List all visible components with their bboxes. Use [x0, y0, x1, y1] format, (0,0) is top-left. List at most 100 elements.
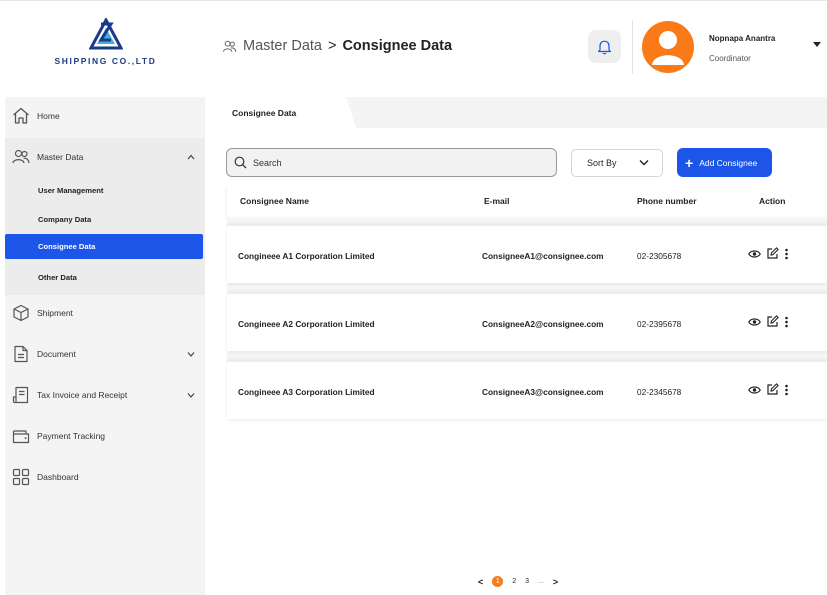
row-actions: [748, 315, 789, 328]
tab-consignee-data[interactable]: Consignee Data: [216, 97, 356, 128]
header-divider: [632, 20, 633, 74]
sidebar-item-label: Payment Tracking: [37, 431, 106, 441]
consignee-name-cell: Congineee A1 Corporation Limited: [238, 251, 375, 261]
view-eye-icon[interactable]: [748, 385, 761, 395]
sidebar-item-tax-invoice[interactable]: Tax Invoice and Receipt: [5, 384, 205, 406]
sidebar-sub-label: Other Data: [38, 273, 77, 282]
chevron-down-icon: [187, 352, 195, 357]
bell-icon: [597, 40, 612, 54]
sidebar-sub-other-data[interactable]: Other Data: [5, 265, 203, 290]
pagination-page[interactable]: 3: [525, 578, 529, 585]
logo-mark-icon: [88, 18, 123, 50]
tab-label: Consignee Data: [232, 107, 297, 118]
consignee-name-cell: Congineee A3 Corporation Limited: [238, 387, 375, 397]
email-cell: ConsigneeA2@consignee.com: [482, 319, 604, 329]
view-eye-icon[interactable]: [748, 317, 761, 327]
row-actions: [748, 383, 789, 396]
column-header-action: Action: [759, 196, 786, 206]
avatar[interactable]: [642, 21, 694, 73]
brand-logo[interactable]: SHIPPING CO.,LTD: [48, 18, 163, 76]
pagination-next[interactable]: >: [553, 577, 558, 587]
table-header: Consignee Name E-mail Phone number Actio…: [227, 185, 827, 217]
user-name: Nopnapa Anantra: [709, 34, 776, 43]
sidebar-sub-consignee-data[interactable]: Consignee Data: [5, 234, 203, 259]
row-actions: [748, 247, 789, 260]
more-options-icon[interactable]: [784, 384, 789, 396]
wallet-icon: [12, 430, 30, 444]
pagination-ellipsis: ...: [538, 578, 544, 585]
sidebar-item-label: Document: [37, 349, 76, 359]
sidebar: Home Master Data User Management Company…: [5, 97, 205, 595]
dashboard-grid-icon: [12, 468, 30, 486]
users-icon: [222, 40, 237, 52]
sidebar-item-label: Tax Invoice and Receipt: [37, 390, 128, 400]
chevron-up-icon: [187, 154, 195, 160]
table-row[interactable]: Congineee A1 Corporation Limited Consign…: [227, 225, 827, 283]
notification-button[interactable]: [588, 30, 621, 63]
consignee-name-cell: Congineee A2 Corporation Limited: [238, 319, 375, 329]
phone-cell: 02-2345678: [637, 387, 682, 397]
pagination-page-current[interactable]: 1: [492, 576, 504, 587]
user-role: Coordinator: [709, 54, 751, 63]
box-icon: [13, 304, 29, 322]
sort-by-label: Sort By: [587, 158, 617, 168]
brand-name: SHIPPING CO.,LTD: [54, 56, 157, 66]
document-icon: [14, 345, 28, 363]
sidebar-sub-label: Consignee Data: [38, 242, 96, 251]
phone-cell: 02-2305678: [637, 251, 682, 261]
more-options-icon[interactable]: [784, 248, 789, 260]
pagination: < 1 2 3 ... >: [478, 576, 558, 587]
email-cell: ConsigneeA1@consignee.com: [482, 251, 604, 261]
add-consignee-label: Add Consignee: [699, 157, 758, 168]
sort-by-select[interactable]: Sort By: [571, 149, 663, 177]
sidebar-item-document[interactable]: Document: [5, 343, 205, 365]
search-icon: [234, 156, 247, 169]
sidebar-item-label: Master Data: [37, 152, 84, 162]
sidebar-item-shipment[interactable]: Shipment: [5, 302, 205, 324]
row-spacer: [227, 283, 827, 293]
search-input[interactable]: [253, 157, 533, 168]
sidebar-sub-company-data[interactable]: Company Data: [5, 207, 203, 232]
app-header: SHIPPING CO.,LTD Master Data > Consignee…: [0, 0, 827, 82]
column-header-email[interactable]: E-mail: [484, 196, 510, 206]
breadcrumb-separator: >: [327, 38, 337, 54]
table-row[interactable]: Congineee A3 Corporation Limited Consign…: [227, 361, 827, 419]
sidebar-item-home[interactable]: Home: [5, 105, 205, 127]
add-consignee-button[interactable]: + Add Consignee: [677, 148, 772, 177]
row-spacer: [227, 217, 827, 225]
email-cell: ConsigneeA3@consignee.com: [482, 387, 604, 397]
receipt-icon: [12, 386, 29, 404]
more-options-icon[interactable]: [784, 316, 789, 328]
phone-cell: 02-2395678: [637, 319, 682, 329]
view-eye-icon[interactable]: [748, 249, 761, 259]
table-row[interactable]: Congineee A2 Corporation Limited Consign…: [227, 293, 827, 351]
sidebar-item-label: Shipment: [37, 308, 73, 318]
edit-icon[interactable]: [766, 383, 779, 396]
column-header-name[interactable]: Consignee Name: [240, 196, 309, 206]
user-avatar-icon: [652, 31, 684, 65]
breadcrumb-current: Consignee Data: [342, 38, 453, 54]
row-spacer: [227, 351, 827, 361]
pagination-prev[interactable]: <: [478, 577, 483, 587]
plus-icon: +: [685, 154, 694, 171]
user-menu-caret-icon[interactable]: [813, 42, 821, 48]
breadcrumb-parent[interactable]: Master Data: [243, 38, 322, 54]
sidebar-item-dashboard[interactable]: Dashboard: [5, 466, 205, 488]
edit-icon[interactable]: [766, 315, 779, 328]
users-icon: [12, 149, 30, 164]
sidebar-item-payment-tracking[interactable]: Payment Tracking: [5, 425, 205, 447]
sidebar-sub-user-management[interactable]: User Management: [5, 178, 203, 203]
chevron-down-icon: [639, 160, 649, 166]
column-header-phone[interactable]: Phone number: [637, 196, 697, 206]
breadcrumb: Master Data > Consignee Data: [222, 38, 452, 54]
sidebar-sub-label: User Management: [38, 186, 104, 195]
edit-icon[interactable]: [766, 247, 779, 260]
search-box[interactable]: [226, 148, 557, 177]
chevron-down-icon: [187, 393, 195, 398]
sidebar-item-label: Dashboard: [37, 472, 79, 482]
home-icon: [13, 107, 29, 124]
top-divider: [0, 0, 827, 1]
sidebar-sub-label: Company Data: [38, 215, 92, 224]
sidebar-item-master-data[interactable]: Master Data: [5, 146, 205, 168]
pagination-page[interactable]: 2: [512, 578, 516, 585]
